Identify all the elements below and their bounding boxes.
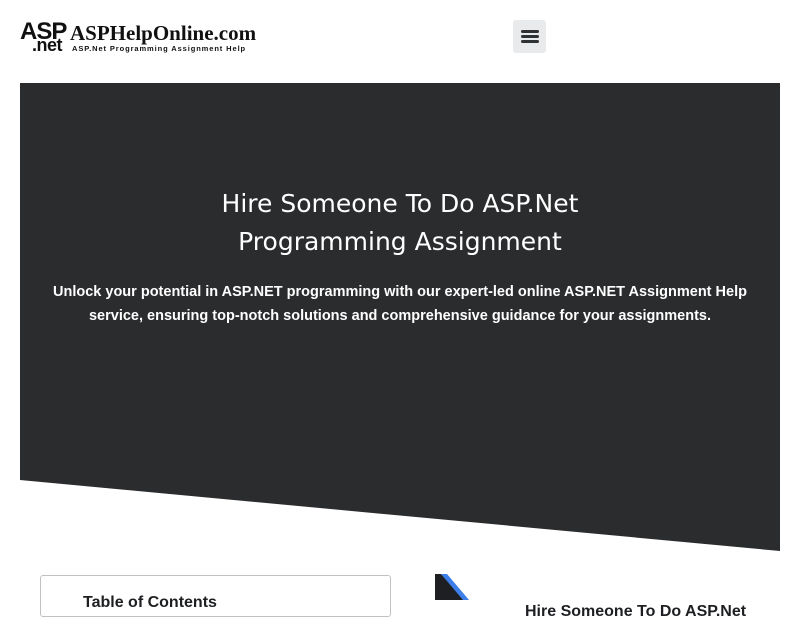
logo-site-name: ASPHelpOnline.com — [70, 21, 257, 45]
hamburger-icon — [521, 30, 539, 33]
section-title: Hire Someone To Do ASP.Net — [525, 603, 747, 621]
site-header: ASP .net ASPHelpOnline.com ASP.Net Progr… — [0, 0, 800, 83]
hero-title-line-1: Hire Someone To Do ASP.Net — [221, 189, 579, 218]
hero-title-line-2: Programming Assignment — [238, 227, 562, 256]
hero-subtitle: Unlock your potential in ASP.NET program… — [53, 284, 747, 324]
table-of-contents-heading: Table of Contents — [83, 594, 217, 611]
table-of-contents-card[interactable]: Table of Contents — [40, 575, 391, 617]
logo-tagline: ASP.Net Programming Assignment Help — [72, 44, 247, 53]
logo-mark-net: .net — [32, 35, 63, 55]
site-logo[interactable]: ASP .net ASPHelpOnline.com ASP.Net Progr… — [20, 20, 270, 58]
hero-title: Hire Someone To Do ASP.Net Programming A… — [20, 185, 780, 261]
hero-section: Hire Someone To Do ASP.Net Programming A… — [20, 83, 780, 553]
menu-toggle-button[interactable] — [513, 20, 546, 53]
